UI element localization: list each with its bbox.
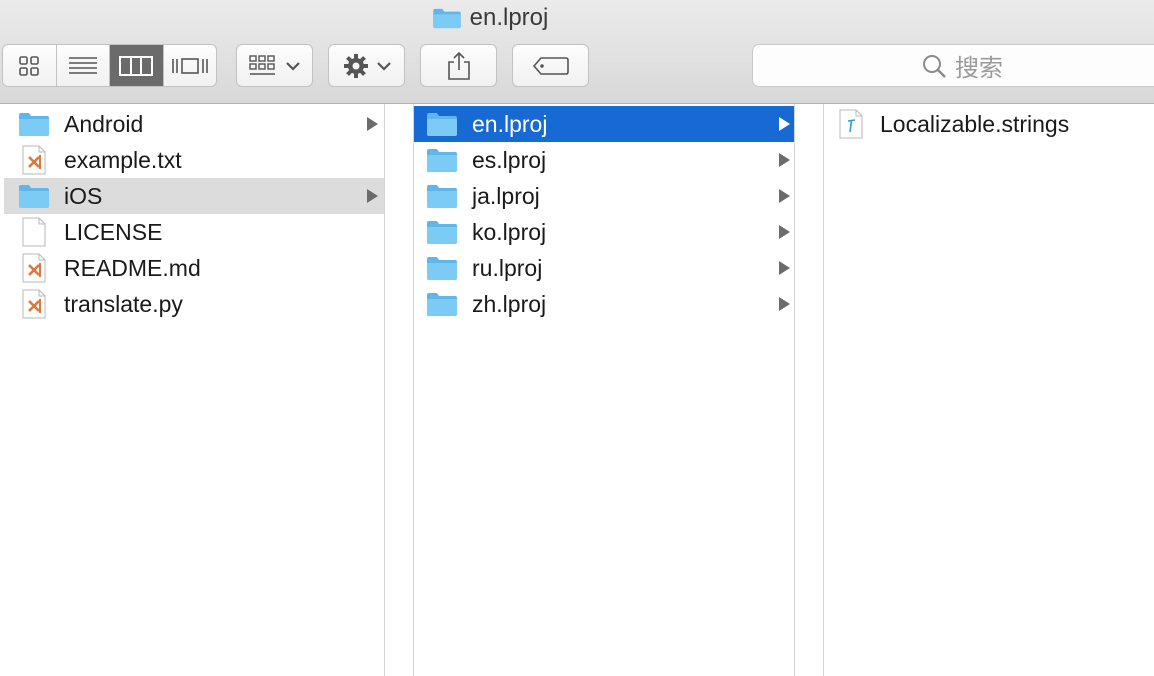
column-gap (795, 104, 823, 676)
search-placeholder: 搜索 (955, 55, 1003, 82)
folder-icon (427, 113, 457, 136)
disclosure-arrow-icon (367, 117, 378, 131)
list-item-ios[interactable]: iOS (4, 178, 384, 214)
code-file-icon (22, 289, 46, 319)
disclosure-arrow-icon (779, 297, 790, 311)
list-item-license[interactable]: LICENSE (4, 214, 384, 250)
search-icon (923, 54, 946, 78)
strings-file-icon (839, 109, 863, 139)
search-field[interactable]: 搜索 (752, 44, 1154, 87)
list-item-ru-lproj[interactable]: ru.lproj (414, 250, 794, 286)
list-item-es-lproj[interactable]: es.lproj (414, 142, 794, 178)
item-label: en.lproj (472, 110, 548, 137)
arrange-grid-icon (248, 54, 275, 75)
folder-icon (427, 185, 457, 208)
view-mode-control (2, 44, 217, 87)
folder-icon (427, 149, 457, 172)
share-button[interactable] (420, 44, 497, 87)
chevron-down-icon (285, 61, 300, 71)
item-label: zh.lproj (472, 290, 547, 317)
item-label: ja.lproj (472, 182, 540, 209)
list-item-ja-lproj[interactable]: ja.lproj (414, 178, 794, 214)
item-label: LICENSE (64, 218, 163, 245)
item-label: Localizable.strings (880, 110, 1070, 137)
list-item-readme[interactable]: README.md (4, 250, 384, 286)
tag-icon (532, 56, 569, 75)
disclosure-arrow-icon (779, 225, 790, 239)
item-label: translate.py (64, 290, 183, 317)
column-divider[interactable] (794, 104, 795, 676)
folder-icon (427, 257, 457, 280)
list-view-icon (68, 56, 97, 74)
code-file-icon (22, 145, 46, 175)
browser-column-1: Android example.txt iOS LICENSE README.m… (0, 104, 384, 676)
window-title-text: en.lproj (469, 4, 549, 31)
column-view-icon (119, 55, 154, 76)
column-view-button[interactable] (110, 45, 164, 86)
action-button[interactable] (328, 44, 405, 87)
list-item-zh-lproj[interactable]: zh.lproj (414, 286, 794, 322)
blank-file-icon (22, 217, 46, 247)
cover-flow-icon (171, 57, 208, 74)
tags-button[interactable] (512, 44, 589, 87)
item-label: iOS (64, 182, 103, 209)
window-toolbar: en.lproj 搜索 (0, 0, 1154, 104)
disclosure-arrow-icon (779, 153, 790, 167)
disclosure-arrow-icon (779, 117, 790, 131)
browser-column-3: Localizable.strings (824, 104, 1154, 676)
folder-icon (427, 293, 457, 316)
list-item-example-txt[interactable]: example.txt (4, 142, 384, 178)
folder-icon (432, 8, 461, 29)
window-title: en.lproj (0, 3, 980, 33)
folder-icon (427, 221, 457, 244)
icon-view-button[interactable] (3, 45, 57, 86)
item-label: Android (64, 110, 144, 137)
folder-icon (19, 113, 49, 136)
list-item-translate-py[interactable]: translate.py (4, 286, 384, 322)
browser-column-2: en.lproj es.lproj ja.lproj ko.lproj ru.l… (414, 104, 794, 676)
chevron-down-icon (376, 61, 391, 71)
arrange-button[interactable] (236, 44, 313, 87)
item-label: example.txt (64, 146, 182, 173)
item-label: ko.lproj (472, 218, 547, 245)
code-file-icon (22, 253, 46, 283)
list-item-localizable-strings[interactable]: Localizable.strings (824, 106, 1154, 142)
list-item-en-lproj[interactable]: en.lproj (414, 106, 794, 142)
icon-view-icon (19, 55, 40, 76)
cover-flow-view-button[interactable] (164, 45, 217, 86)
disclosure-arrow-icon (779, 189, 790, 203)
item-label: ru.lproj (472, 254, 543, 281)
disclosure-arrow-icon (367, 189, 378, 203)
item-label: README.md (64, 254, 201, 281)
list-item-ko-lproj[interactable]: ko.lproj (414, 214, 794, 250)
column-gap (385, 104, 413, 676)
list-item-android[interactable]: Android (4, 106, 384, 142)
item-label: es.lproj (472, 146, 547, 173)
disclosure-arrow-icon (779, 261, 790, 275)
column-divider[interactable] (384, 104, 385, 676)
gear-icon (343, 53, 368, 78)
list-view-button[interactable] (57, 45, 110, 86)
share-icon (447, 51, 470, 80)
folder-icon (19, 185, 49, 208)
